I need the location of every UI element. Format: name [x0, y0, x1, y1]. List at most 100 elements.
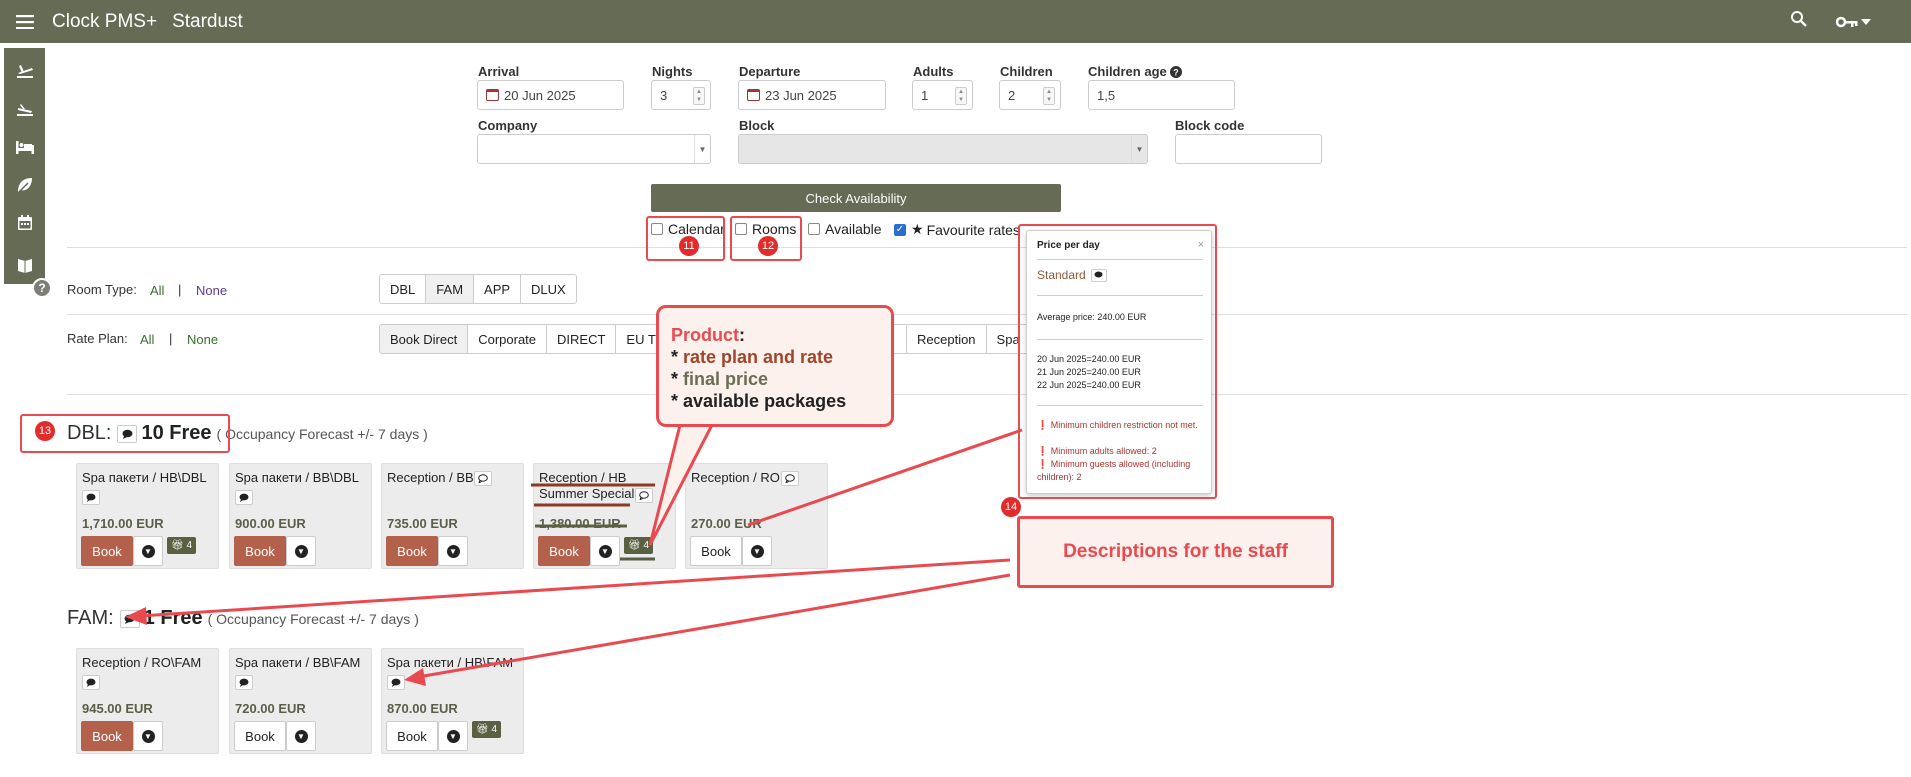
rate-name: Spa пакети / HB\FAM	[387, 655, 514, 670]
room-type-toggle-group: DBL FAM APP DLUX	[379, 274, 577, 304]
departures-icon[interactable]	[4, 90, 45, 128]
expand-button[interactable]: ▼	[742, 536, 772, 566]
book-button[interactable]: Book	[386, 536, 438, 566]
rate-name: Spa пакети / BB\FAM	[235, 655, 361, 670]
arrival-label: Arrival	[478, 64, 520, 79]
children-age-value: 1,5	[1097, 87, 1116, 103]
calendar-small-icon	[486, 89, 499, 101]
departure-field[interactable]: 23 Jun 2025	[738, 80, 886, 110]
bubble-line: available packages	[683, 391, 847, 411]
search-icon[interactable]	[1790, 10, 1808, 33]
children-age-label: Children age ?	[1088, 64, 1182, 79]
help-icon[interactable]: ?	[32, 278, 52, 298]
adults-stepper[interactable]: 1 ▲ ▼	[912, 80, 973, 110]
rate-plan-none-link[interactable]: None	[187, 332, 218, 347]
book-button[interactable]: Book	[81, 721, 133, 751]
chevron-down-icon: ▼	[294, 544, 308, 558]
chat-icon[interactable]	[119, 609, 140, 628]
rate-name: Reception / HB Summer Special	[539, 470, 635, 501]
packages-badge[interactable]: 🎁︎ 4	[167, 537, 197, 554]
expand-button[interactable]: ▼	[438, 721, 468, 751]
occupancy-forecast-link[interactable]: ( Occupancy Forecast +/- 7 days )	[208, 611, 419, 627]
rate-price: 900.00 EUR	[235, 516, 306, 531]
packages-badge[interactable]: 🎁︎ 4	[624, 537, 654, 554]
calendar-small-icon	[747, 89, 760, 101]
chat-outline-icon[interactable]	[781, 471, 799, 486]
nights-stepper[interactable]: 3 ▲ ▼	[651, 80, 711, 110]
book-button[interactable]: Book	[234, 721, 286, 751]
rate-plan-all-link[interactable]: All	[140, 332, 154, 347]
expand-button[interactable]: ▼	[286, 721, 316, 751]
chat-outline-icon[interactable]	[474, 471, 492, 486]
book-button[interactable]: Book	[81, 536, 133, 566]
chat-outline-icon[interactable]	[635, 488, 653, 503]
checkbox-icon[interactable]	[808, 223, 820, 235]
question-icon[interactable]: ?	[1169, 65, 1182, 78]
leaf-icon[interactable]	[4, 166, 45, 204]
expand-button[interactable]: ▼	[286, 536, 316, 566]
rate-name: Reception / RO	[691, 470, 780, 485]
rate-plan-corporate[interactable]: Corporate	[468, 325, 548, 353]
room-type-all-link[interactable]: All	[150, 283, 164, 298]
book-button[interactable]: Book	[386, 721, 438, 751]
chat-icon[interactable]	[82, 490, 100, 505]
gift-icon: 🎁︎	[171, 540, 184, 551]
fam-room-header: FAM: 1 Free ( Occupancy Forecast +/- 7 d…	[67, 607, 419, 630]
expand-button[interactable]: ▼	[133, 536, 163, 566]
block-select[interactable]: ▼	[738, 134, 1148, 164]
children-age-field[interactable]: 1,5	[1088, 80, 1235, 110]
expand-button[interactable]: ▼	[590, 536, 620, 566]
chat-icon[interactable]	[235, 675, 253, 690]
room-type-app[interactable]: APP	[474, 275, 522, 303]
arrivals-icon[interactable]	[4, 52, 45, 90]
rate-plan-reception[interactable]: Reception	[907, 325, 987, 353]
occupancy-forecast-link[interactable]: ( Occupancy Forecast +/- 7 days )	[217, 426, 428, 442]
chat-icon[interactable]	[82, 675, 100, 690]
expand-button[interactable]: ▼	[133, 721, 163, 751]
rate-plan-book-direct[interactable]: Book Direct	[380, 325, 469, 353]
company-select[interactable]: ▼	[477, 134, 711, 164]
left-sidebar	[4, 48, 45, 284]
chevron-down-icon: ▼	[141, 544, 155, 558]
check-availability-button[interactable]: Check Availability	[651, 184, 1061, 212]
room-type-dbl[interactable]: DBL	[380, 275, 427, 303]
calendar-icon[interactable]	[4, 204, 45, 242]
room-type-none-link[interactable]: None	[196, 283, 227, 298]
company-label: Company	[478, 118, 538, 133]
rate-card: Reception / RO 270.00 EUR Book ▼	[685, 463, 828, 569]
room-type-dlux[interactable]: DLUX	[521, 275, 576, 303]
arrival-field[interactable]: 20 Jun 2025	[477, 80, 624, 110]
chevron-down-icon: ▼	[598, 544, 612, 558]
spinner-icon[interactable]: ▲ ▼	[1043, 87, 1055, 105]
divider	[67, 314, 1907, 315]
book-button[interactable]: Book	[690, 536, 742, 566]
nights-label: Nights	[652, 64, 693, 79]
spinner-icon[interactable]: ▲ ▼	[955, 87, 967, 105]
packages-badge[interactable]: 🎁︎ 4	[472, 721, 502, 738]
room-type-fam[interactable]: FAM	[426, 275, 475, 303]
expand-button[interactable]: ▼	[438, 536, 468, 566]
available-checkbox[interactable]: Available	[808, 221, 882, 237]
rooms-bed-icon[interactable]	[4, 128, 45, 166]
app-title: Clock PMS+	[52, 10, 158, 32]
spinner-icon[interactable]: ▲ ▼	[693, 87, 705, 105]
book-button[interactable]: Book	[538, 536, 590, 566]
children-stepper[interactable]: 2 ▲ ▼	[999, 80, 1061, 110]
chat-icon[interactable]	[387, 675, 405, 690]
book-button[interactable]: Book	[234, 536, 286, 566]
favourite-rates-checkbox[interactable]: ✓ ★ Favourite rates	[894, 221, 1020, 238]
checkbox-checked-icon[interactable]: ✓	[894, 223, 906, 236]
descriptions-annotation-box: Descriptions for the staff	[1017, 516, 1334, 588]
rate-card: Reception / HB Summer Special 1,380.00 E…	[533, 463, 676, 569]
chat-icon[interactable]	[235, 490, 253, 505]
chevron-down-icon: ▼	[446, 729, 460, 743]
top-bar: Clock PMS+ Stardust	[0, 0, 1911, 43]
block-code-input[interactable]	[1175, 134, 1322, 164]
hamburger-menu-icon[interactable]	[0, 0, 50, 43]
property-name[interactable]: Stardust	[172, 11, 243, 33]
bubble-line: final price	[683, 369, 769, 389]
gift-icon: 🎁︎	[476, 724, 489, 735]
rate-plan-direct[interactable]: DIRECT	[547, 325, 617, 353]
rate-price: 735.00 EUR	[387, 516, 458, 531]
key-icon[interactable]	[1836, 15, 1871, 29]
